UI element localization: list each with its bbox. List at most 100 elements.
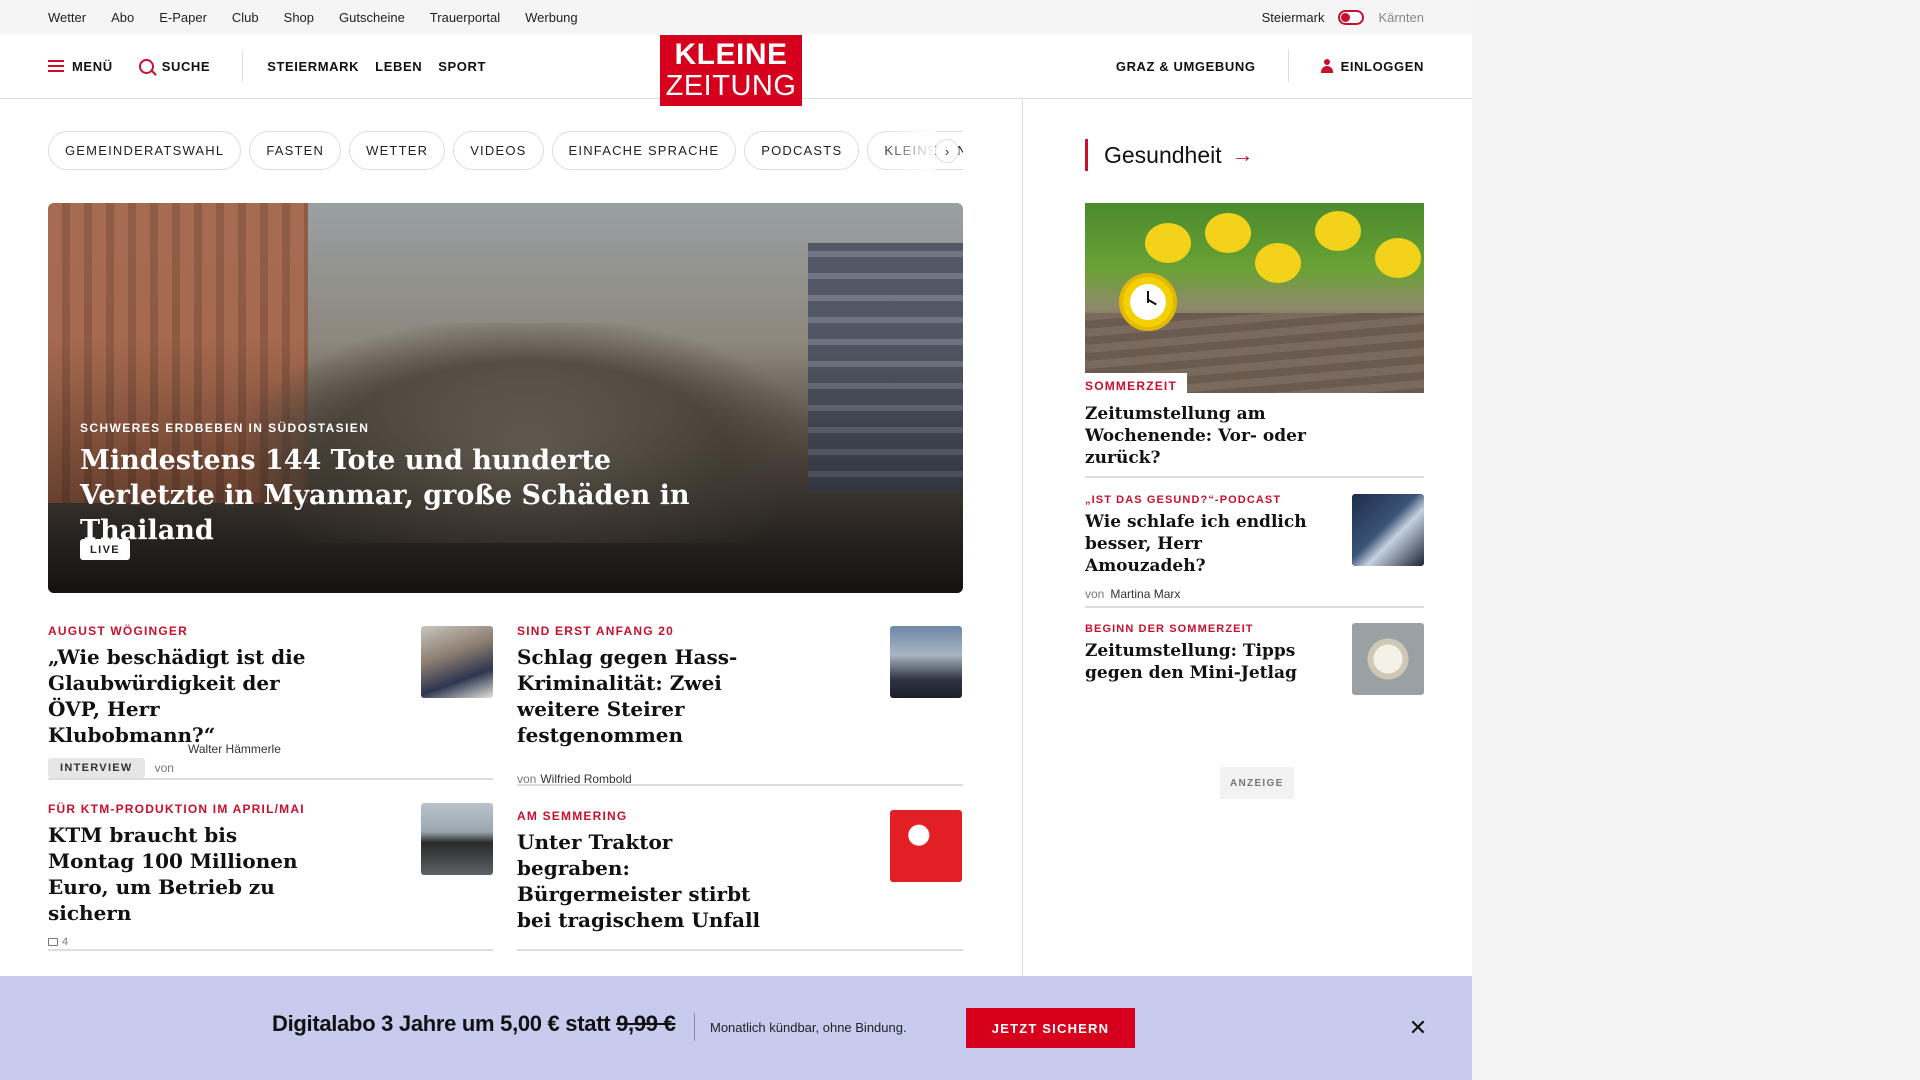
- logo-line-2: ZEITUNG: [665, 70, 797, 102]
- teaser-semmering[interactable]: AM SEMMERING Unter Traktor begraben: Bür…: [517, 809, 817, 933]
- pill-gemeinderatswahl[interactable]: GEMEINDERATSWAHL: [48, 131, 242, 170]
- main-nav: STEIERMARK LEBEN SPORT: [267, 59, 486, 74]
- page: Wetter Abo E-Paper Club Shop Gutscheine …: [0, 0, 1472, 1080]
- promo-old-price: 9,99 €: [616, 1011, 676, 1036]
- pills-next-button[interactable]: ›: [935, 139, 959, 163]
- search-button[interactable]: SUCHE: [138, 58, 211, 74]
- utility-link-gutscheine[interactable]: Gutscheine: [339, 10, 405, 25]
- sidebar-item-meta: von Martina Marx: [1085, 587, 1315, 601]
- pill-videos[interactable]: VIDEOS: [453, 131, 544, 170]
- pill-fasten[interactable]: FASTEN: [249, 131, 342, 170]
- user-icon: [1320, 59, 1333, 73]
- author-walter-haemmerle[interactable]: Walter Hämmerle: [188, 742, 281, 756]
- sidebar-item-title[interactable]: Wie schlafe ich endlich besser, Herr Amo…: [1085, 511, 1315, 577]
- region-kaernten[interactable]: Kärnten: [1378, 10, 1424, 25]
- region-steiermark[interactable]: Steiermark: [1262, 10, 1325, 25]
- teaser-meta: INTERVIEW von: [48, 758, 388, 778]
- promo-headline-main: Digitalabo 3 Jahre um 5,00 € statt: [272, 1011, 611, 1036]
- region-toggle[interactable]: [1338, 9, 1365, 25]
- menu-button[interactable]: MENÜ: [48, 59, 113, 74]
- teaser-title[interactable]: „Wie beschädigt ist die Glaubwürdigkeit …: [48, 644, 308, 748]
- teaser-hass-image[interactable]: [890, 626, 962, 698]
- teaser-divider: [517, 949, 963, 951]
- teaser-kicker: AM SEMMERING: [517, 809, 628, 823]
- nav-steiermark[interactable]: STEIERMARK: [267, 59, 359, 74]
- pills-fade: [880, 131, 935, 171]
- chevron-right-icon: ›: [944, 143, 950, 159]
- teaser-kicker: FÜR KTM-PRODUKTION IM APRIL/MAI: [48, 802, 305, 816]
- search-icon: [138, 58, 154, 74]
- author-name: Walter Hämmerle: [188, 742, 281, 756]
- sidebar-divider: [1085, 606, 1424, 608]
- sidebar-clock-image[interactable]: [1352, 623, 1424, 695]
- region-switch: Steiermark Kärnten: [1262, 0, 1424, 34]
- sidebar-item-podcast[interactable]: „IST DAS GESUND?“-PODCAST Wie schlafe ic…: [1085, 494, 1315, 601]
- header-right-divider: [1287, 50, 1289, 82]
- interview-tag: INTERVIEW: [48, 758, 145, 778]
- local-news-link[interactable]: GRAZ & UMGEBUNG: [1116, 59, 1256, 74]
- featured-title[interactable]: Zeitumstellung am Wochenende: Vor- oder …: [1085, 403, 1385, 469]
- sidebar-item-title[interactable]: Zeitumstellung: Tipps gegen den Mini-Jet…: [1085, 640, 1315, 684]
- comment-count[interactable]: 4: [48, 936, 348, 948]
- promo-headline: Digitalabo 3 Jahre um 5,00 € statt 9,99 …: [272, 1011, 676, 1037]
- search-label: SUCHE: [161, 58, 211, 74]
- teaser-kicker: SIND ERST ANFANG 20: [517, 624, 675, 638]
- utility-bar: Wetter Abo E-Paper Club Shop Gutscheine …: [0, 0, 1472, 34]
- author-martina-marx[interactable]: Martina Marx: [1110, 587, 1180, 601]
- comment-icon: [48, 938, 58, 946]
- teaser-ktm-image[interactable]: [421, 803, 493, 875]
- teaser-semmering-image[interactable]: [890, 810, 962, 882]
- arrow-right-icon: →: [1231, 142, 1254, 167]
- teaser-kicker: AUGUST WÖGINGER: [48, 624, 188, 638]
- teaser-ktm[interactable]: FÜR KTM-PRODUKTION IM APRIL/MAI KTM brau…: [48, 802, 348, 948]
- byline-prefix: von: [1085, 587, 1105, 601]
- nav-sport[interactable]: SPORT: [438, 59, 486, 74]
- teaser-divider: [517, 784, 963, 786]
- sidebar-item-kicker: BEGINN DER SOMMERZEIT: [1085, 623, 1254, 635]
- utility-link-wetter[interactable]: Wetter: [48, 10, 86, 25]
- header-right: GRAZ & UMGEBUNG EINLOGGEN: [1116, 34, 1424, 98]
- column-divider: [1022, 99, 1023, 979]
- hero-title[interactable]: Mindestens 144 Tote und hunderte Verletz…: [80, 443, 720, 548]
- close-icon[interactable]: ✕: [1406, 1015, 1430, 1040]
- login-link[interactable]: EINLOGGEN: [1341, 59, 1424, 74]
- section-header-gesundheit[interactable]: Gesundheit →: [1085, 139, 1254, 171]
- teaser-title[interactable]: Schlag gegen Hass-Kriminalität: Zwei wei…: [517, 644, 807, 748]
- sidebar-item-jetlag[interactable]: BEGINN DER SOMMERZEIT Zeitumstellung: Ti…: [1085, 623, 1315, 684]
- logo-line-1: KLEINE: [674, 38, 788, 71]
- featured-image[interactable]: [1085, 203, 1424, 393]
- menu-label: MENÜ: [72, 58, 113, 74]
- featured-kicker: SOMMERZEIT: [1085, 373, 1187, 393]
- teaser-hass-kriminalitaet[interactable]: SIND ERST ANFANG 20 Schlag gegen Hass-Kr…: [517, 624, 817, 786]
- comment-count-value: 4: [62, 936, 69, 948]
- teaser-title[interactable]: Unter Traktor begraben: Bürgermeister st…: [517, 829, 777, 933]
- utility-link-trauerportal[interactable]: Trauerportal: [430, 10, 500, 25]
- utility-links: Wetter Abo E-Paper Club Shop Gutscheine …: [48, 0, 603, 34]
- promo-cta-button[interactable]: JETZT SICHERN: [966, 1008, 1135, 1048]
- alarm-clock-icon: [1119, 273, 1177, 331]
- sidebar-divider: [1085, 476, 1424, 478]
- utility-link-werbung[interactable]: Werbung: [525, 10, 578, 25]
- pill-wetter[interactable]: WETTER: [349, 131, 446, 170]
- pill-podcasts[interactable]: PODCASTS: [744, 131, 860, 170]
- hero-teaser[interactable]: SCHWERES ERDBEBEN IN SÜDOSTASIEN Mindest…: [48, 203, 963, 593]
- teaser-divider: [48, 949, 493, 951]
- section-title: Gesundheit: [1104, 141, 1222, 168]
- utility-link-club[interactable]: Club: [232, 10, 259, 25]
- promo-divider: [694, 1013, 695, 1041]
- utility-link-shop[interactable]: Shop: [284, 10, 314, 25]
- teaser-title[interactable]: KTM braucht bis Montag 100 Millionen Eur…: [48, 822, 308, 926]
- ad-label: ANZEIGE: [1220, 767, 1294, 799]
- hamburger-icon: [48, 60, 64, 72]
- header-divider: [242, 50, 244, 82]
- main-header: MENÜ SUCHE STEIERMARK LEBEN SPORT KLEINE…: [0, 34, 1472, 106]
- teaser-divider: [48, 778, 493, 780]
- nav-leben[interactable]: LEBEN: [375, 59, 422, 74]
- utility-link-epaper[interactable]: E-Paper: [159, 10, 207, 25]
- sidebar-podcast-image[interactable]: [1352, 494, 1424, 566]
- utility-link-abo[interactable]: Abo: [111, 10, 134, 25]
- teaser-woeginger-image[interactable]: [421, 626, 493, 698]
- pill-einfache-sprache[interactable]: EINFACHE SPRACHE: [551, 131, 737, 170]
- header-left: MENÜ SUCHE STEIERMARK LEBEN SPORT: [48, 34, 486, 98]
- site-logo[interactable]: KLEINE ZEITUNG: [660, 35, 802, 106]
